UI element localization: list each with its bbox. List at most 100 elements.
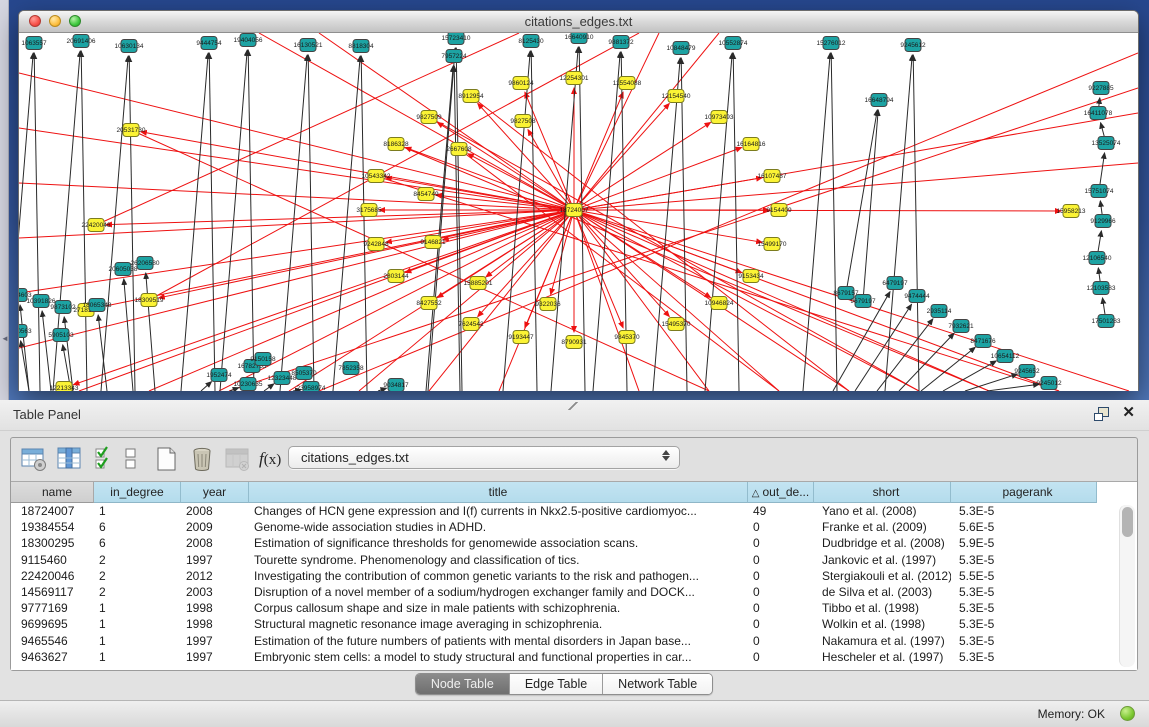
graph-edge — [943, 361, 996, 391]
graph-node[interactable]: 1952474 — [206, 369, 232, 382]
graph-node[interactable]: 9034817 — [383, 379, 409, 392]
graph-node[interactable]: 9193447 — [508, 331, 534, 344]
network-file-select[interactable]: citations_edges.txt — [288, 446, 680, 469]
graph-node[interactable]: 15495370 — [662, 318, 691, 331]
graph-node[interactable]: 10630134 — [115, 40, 144, 53]
graph-node[interactable]: 15276012 — [817, 37, 846, 50]
graph-node[interactable]: 9444754 — [196, 37, 222, 50]
table-options-icon[interactable] — [21, 446, 47, 472]
memory-indicator-icon[interactable] — [1120, 706, 1135, 721]
graph-node[interactable]: 9129966 — [1090, 215, 1116, 228]
table-row[interactable]: 946554611997Estimation of the future num… — [11, 633, 1137, 649]
delete-table-icon[interactable] — [189, 446, 215, 472]
table-row[interactable]: 1830029562008Estimation of significance … — [11, 535, 1137, 551]
column-header-pagerank[interactable]: pagerank — [951, 482, 1097, 503]
graph-node[interactable]: 8186328 — [383, 138, 409, 151]
cell-title: Tourette syndrome. Phenomenology and cla… — [249, 552, 748, 568]
column-header-year[interactable]: year — [181, 482, 249, 503]
graph-node[interactable]: 15723410 — [442, 33, 471, 45]
graph-node[interactable]: 8818304 — [348, 40, 374, 53]
table-row[interactable]: 969969511998Structural magnetic resonanc… — [11, 616, 1137, 632]
column-header-short[interactable]: short — [814, 482, 951, 503]
graph-node[interactable]: 9827509 — [416, 111, 442, 124]
graph-node[interactable]: 20691406 — [67, 35, 96, 48]
graph-node[interactable]: 16107487 — [758, 170, 787, 183]
cell-title: Genome-wide association studies in ADHD. — [249, 519, 748, 535]
close-panel-icon[interactable]: ✕ — [1122, 406, 1135, 420]
splitter-grip-icon[interactable] — [568, 402, 578, 410]
column-header-in_degree[interactable]: in_degree — [94, 482, 181, 503]
table-row[interactable]: 1872400712008Changes of HCN gene express… — [11, 503, 1137, 519]
graph-node[interactable]: 12154540 — [662, 90, 691, 103]
graph-node[interactable]: 6479197 — [882, 277, 908, 290]
network-graph[interactable]: 1872400791544091610748716164816109734931… — [19, 33, 1138, 391]
graph-node[interactable]: 16130521 — [294, 39, 323, 52]
table-scrollbar[interactable] — [1119, 505, 1135, 667]
graph-edge — [230, 388, 239, 391]
graph-node[interactable]: 16640910 — [565, 33, 594, 44]
table-row[interactable]: 2242004622012Investigating the contribut… — [11, 568, 1137, 584]
select-column-icon[interactable] — [57, 446, 83, 472]
graph-node[interactable]: 7624542 — [458, 318, 484, 331]
graph-node[interactable]: 7957224 — [441, 50, 467, 63]
splitter-collapse-arrow-icon[interactable]: ◄ — [1, 334, 8, 344]
table-panel: Table Panel ✕ — [0, 400, 1149, 727]
graph-node[interactable]: 19404056 — [234, 34, 263, 47]
graph-node[interactable]: 10543342 — [362, 170, 391, 183]
graph-node[interactable]: 16411078 — [1084, 107, 1113, 120]
table-row[interactable]: 1456911722003Disruption of a novel membe… — [11, 584, 1137, 600]
table-scrollbar-thumb[interactable] — [1122, 507, 1133, 537]
column-header-title[interactable]: title — [249, 482, 748, 503]
graph-node[interactable]: 8125430 — [518, 35, 544, 48]
graph-node[interactable]: 9153434 — [738, 270, 764, 283]
svg-text:8125430: 8125430 — [518, 38, 544, 45]
graph-node[interactable]: 16164816 — [737, 138, 766, 151]
graph-node[interactable]: 10654112 — [991, 350, 1020, 363]
graph-node[interactable]: 10973493 — [705, 111, 734, 124]
graph-node[interactable]: 2935114 — [927, 305, 952, 318]
graph-node[interactable]: 15751074 — [1085, 185, 1114, 198]
graph-node[interactable]: 10230635 — [234, 378, 263, 391]
graph-node[interactable]: 12106540 — [1083, 252, 1112, 265]
graph-node[interactable]: 10848479 — [667, 42, 696, 55]
graph-node[interactable]: 9474444 — [904, 290, 930, 303]
float-panel-icon[interactable] — [1094, 407, 1108, 420]
graph-node[interactable]: 9154409 — [766, 204, 792, 217]
table-row[interactable]: 911546021997Tourette syndrome. Phenomeno… — [11, 552, 1137, 568]
svg-text:8186328: 8186328 — [383, 141, 409, 148]
graph-node[interactable]: 9310563 — [19, 325, 32, 338]
tab-network-table[interactable]: Network Table — [603, 674, 712, 694]
graph-node[interactable]: 16648794 — [865, 94, 894, 107]
tab-node-table[interactable]: Node Table — [416, 674, 510, 694]
function-builder-icon[interactable]: f(x) — [259, 449, 285, 475]
clear-selection-icon[interactable] — [124, 446, 138, 472]
graph-node[interactable]: 8912954 — [458, 90, 484, 103]
graph-node[interactable]: 8471676 — [970, 335, 996, 348]
table-row[interactable]: 977716911998Corpus callosum shape and si… — [11, 600, 1137, 616]
graph-node[interactable]: 15958213 — [1057, 205, 1086, 218]
network-view-window: citations_edges.txt 18724007915440916107… — [18, 10, 1139, 391]
graph-node[interactable]: 15499170 — [758, 238, 787, 251]
network-canvas[interactable]: 1872400791544091610748716164816109734931… — [19, 33, 1138, 391]
column-header-name[interactable]: name — [11, 482, 94, 503]
graph-node[interactable]: 17501283 — [1092, 315, 1121, 328]
select-all-rows-icon[interactable] — [93, 446, 119, 472]
column-header-out_de[interactable]: △out_de... — [748, 482, 814, 503]
graph-node[interactable]: 3175685 — [356, 204, 382, 217]
graph-node[interactable]: 9245612 — [900, 39, 926, 52]
graph-node[interactable]: 7932621 — [948, 320, 974, 333]
graph-node[interactable]: 12103583 — [1087, 282, 1116, 295]
graph-node[interactable]: 7852358 — [338, 362, 364, 375]
graph-node[interactable]: 8790931 — [561, 336, 587, 349]
graph-node[interactable]: 9227885 — [1088, 82, 1114, 95]
tab-edge-table[interactable]: Edge Table — [510, 674, 603, 694]
table-row[interactable]: 946362711997Embryonic stem cells: a mode… — [11, 649, 1137, 665]
graph-node[interactable]: 9860124 — [508, 77, 534, 90]
graph-node[interactable]: 10552874 — [719, 37, 748, 50]
graph-node[interactable]: 1063557 — [21, 37, 47, 50]
cell-out_de: 49 — [748, 503, 814, 519]
graph-node[interactable]: 9245012 — [1036, 377, 1062, 390]
graph-node[interactable]: 13525074 — [1092, 137, 1121, 150]
table-row[interactable]: 1938455462009Genome-wide association stu… — [11, 519, 1137, 535]
new-table-icon[interactable] — [154, 446, 180, 472]
